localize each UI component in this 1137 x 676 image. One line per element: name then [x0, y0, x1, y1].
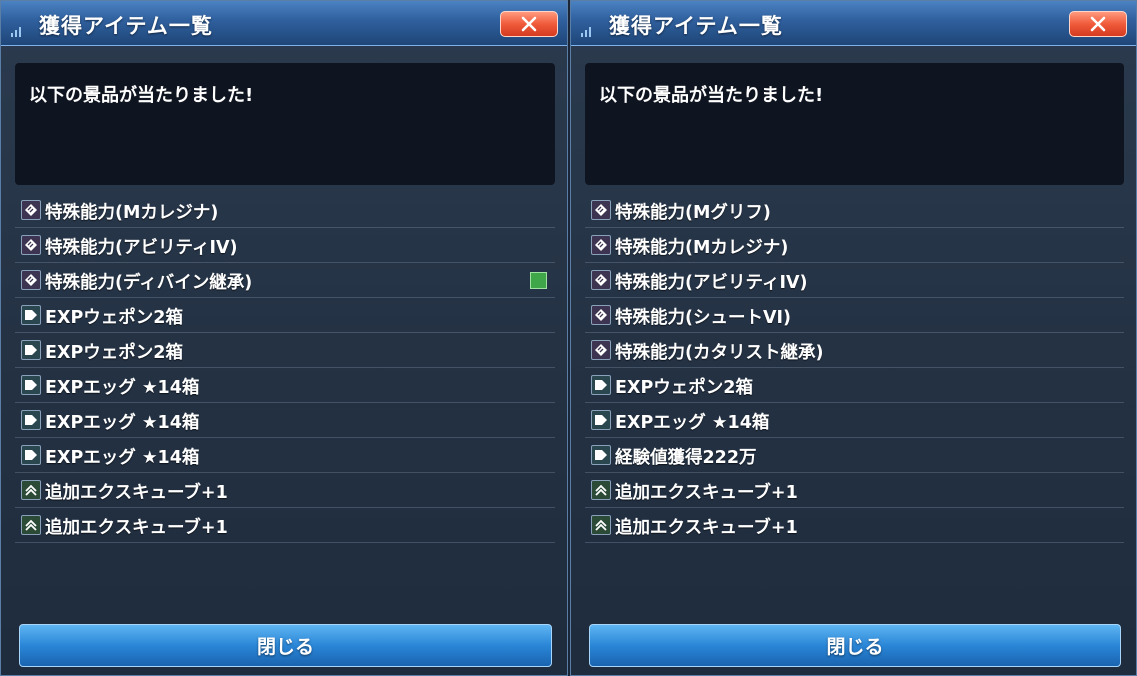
- window-titlebar: 獲得アイテム一覧: [1, 1, 567, 46]
- item-label: 特殊能力(アビリティIV): [615, 273, 808, 293]
- close-x-button[interactable]: [1069, 11, 1127, 37]
- item-label: EXPウェポン2箱: [45, 343, 183, 363]
- item-label: 追加エクスキューブ+1: [45, 518, 228, 538]
- item-list: 特殊能力(Mカレジナ) 特殊能力(アビリティIV) 特殊能力(ディバイン継承) EXP…: [15, 193, 555, 543]
- ability-icon: [21, 270, 41, 290]
- list-item[interactable]: EXPエッグ ★14箱: [585, 403, 1124, 438]
- signal-icon: [11, 23, 25, 37]
- ability-icon: [591, 235, 611, 255]
- close-button[interactable]: 閉じる: [19, 624, 552, 667]
- close-icon: [521, 16, 537, 32]
- window-titlebar: 獲得アイテム一覧: [571, 1, 1136, 46]
- ex-cube-icon: [21, 515, 41, 535]
- ability-icon: [591, 340, 611, 360]
- ability-icon: [21, 200, 41, 220]
- list-item[interactable]: 特殊能力(ディバイン継承): [15, 263, 555, 298]
- item-list-window-right: 獲得アイテム一覧 以下の景品が当たりました! 特殊能力(Mグリフ) 特殊能力(Mカ…: [570, 0, 1137, 676]
- exp-item-icon: [21, 410, 41, 430]
- item-label: EXPエッグ ★14箱: [45, 378, 200, 398]
- item-label: EXPウェポン2箱: [45, 308, 183, 328]
- exp-item-icon: [591, 410, 611, 430]
- item-label: 特殊能力(シュートVI): [615, 308, 792, 328]
- list-item[interactable]: EXPウェポン2箱: [585, 368, 1124, 403]
- signal-icon: [581, 23, 595, 37]
- exp-item-icon: [591, 375, 611, 395]
- close-button[interactable]: 閉じる: [589, 624, 1121, 667]
- item-label: 特殊能力(アビリティIV): [45, 238, 238, 258]
- exp-item-icon: [21, 375, 41, 395]
- list-item[interactable]: 追加エクスキューブ+1: [15, 473, 555, 508]
- item-label: EXPエッグ ★14箱: [45, 413, 200, 433]
- item-list-window-left: 獲得アイテム一覧 以下の景品が当たりました! 特殊能力(Mカレジナ) 特殊能力(ア…: [0, 0, 568, 676]
- ability-icon: [591, 305, 611, 325]
- close-icon: [1090, 16, 1106, 32]
- item-label: EXPエッグ ★14箱: [45, 448, 200, 468]
- list-item[interactable]: 特殊能力(アビリティIV): [585, 263, 1124, 298]
- list-item[interactable]: EXPエッグ ★14箱: [15, 403, 555, 438]
- window-title: 獲得アイテム一覧: [609, 14, 783, 38]
- list-item[interactable]: 特殊能力(シュートVI): [585, 298, 1124, 333]
- list-item[interactable]: EXPエッグ ★14箱: [15, 368, 555, 403]
- item-label: 追加エクスキューブ+1: [45, 483, 228, 503]
- exp-item-icon: [21, 305, 41, 325]
- exp-item-icon: [21, 340, 41, 360]
- message-text: 以下の景品が当たりました!: [599, 85, 824, 106]
- ex-cube-icon: [21, 480, 41, 500]
- list-item[interactable]: EXPウェポン2箱: [15, 298, 555, 333]
- ability-icon: [591, 200, 611, 220]
- list-item[interactable]: EXPエッグ ★14箱: [15, 438, 555, 473]
- item-label: 特殊能力(Mカレジナ): [615, 238, 789, 258]
- list-item[interactable]: 経験値獲得222万: [585, 438, 1124, 473]
- item-label: 特殊能力(ディバイン継承): [45, 273, 253, 293]
- new-tag-icon: [530, 272, 547, 289]
- list-item[interactable]: 特殊能力(Mカレジナ): [585, 228, 1124, 263]
- list-item[interactable]: 特殊能力(アビリティIV): [15, 228, 555, 263]
- item-label: 特殊能力(Mカレジナ): [45, 203, 219, 223]
- item-label: 特殊能力(Mグリフ): [615, 203, 771, 223]
- item-label: EXPウェポン2箱: [615, 378, 753, 398]
- list-item[interactable]: 追加エクスキューブ+1: [15, 508, 555, 543]
- list-item[interactable]: 特殊能力(カタリスト継承): [585, 333, 1124, 368]
- list-item[interactable]: 特殊能力(Mグリフ): [585, 193, 1124, 228]
- item-label: 追加エクスキューブ+1: [615, 518, 798, 538]
- item-label: 経験値獲得222万: [615, 448, 757, 468]
- message-text: 以下の景品が当たりました!: [29, 85, 254, 106]
- list-item[interactable]: EXPウェポン2箱: [15, 333, 555, 368]
- exp-item-icon: [591, 445, 611, 465]
- list-item[interactable]: 特殊能力(Mカレジナ): [15, 193, 555, 228]
- item-label: EXPエッグ ★14箱: [615, 413, 770, 433]
- item-label: 追加エクスキューブ+1: [615, 483, 798, 503]
- ex-cube-icon: [591, 515, 611, 535]
- ex-cube-icon: [591, 480, 611, 500]
- ability-icon: [21, 235, 41, 255]
- item-list: 特殊能力(Mグリフ) 特殊能力(Mカレジナ) 特殊能力(アビリティIV) 特殊能力(シ…: [585, 193, 1124, 543]
- list-item[interactable]: 追加エクスキューブ+1: [585, 508, 1124, 543]
- ability-icon: [591, 270, 611, 290]
- message-box: 以下の景品が当たりました!: [15, 63, 555, 185]
- close-x-button[interactable]: [500, 11, 558, 37]
- window-title: 獲得アイテム一覧: [39, 14, 213, 38]
- exp-item-icon: [21, 445, 41, 465]
- list-item[interactable]: 追加エクスキューブ+1: [585, 473, 1124, 508]
- item-label: 特殊能力(カタリスト継承): [615, 343, 824, 363]
- message-box: 以下の景品が当たりました!: [585, 63, 1124, 185]
